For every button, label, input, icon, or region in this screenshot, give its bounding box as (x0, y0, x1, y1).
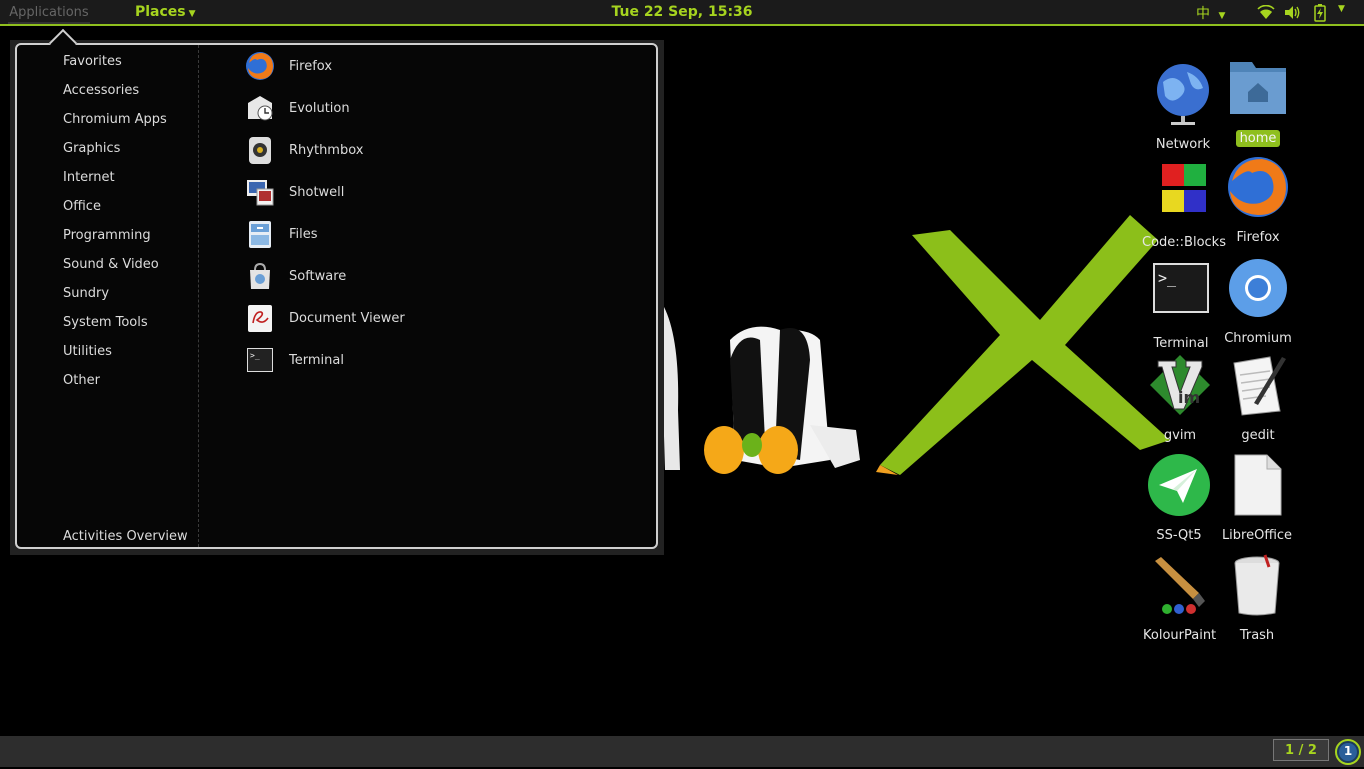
bottom-panel: 1 / 2 1 (0, 736, 1364, 767)
category-office[interactable]: Office (63, 199, 101, 214)
desktop-icon-label: gvim (1163, 428, 1197, 443)
desktop-icon-label: gedit (1241, 428, 1275, 443)
desktop-icon-label: Chromium (1224, 331, 1292, 346)
desktop-icon-label: Code::Blocks (1142, 235, 1226, 250)
app-label: Files (289, 227, 318, 242)
codeblocks-icon (1162, 164, 1206, 212)
applications-menu-button[interactable]: Applications (8, 4, 90, 24)
files-icon (249, 221, 271, 248)
category-list: Favorites Accessories Chromium Apps Grap… (17, 45, 199, 547)
desktop-icon-gvim[interactable]: im gvim (1140, 353, 1220, 444)
app-label: Document Viewer (289, 311, 405, 326)
places-menu-button[interactable]: Places ▼ (135, 4, 196, 20)
gvim-icon: im (1150, 355, 1210, 415)
gedit-icon (1233, 356, 1286, 416)
desktop-icon-firefox[interactable]: Firefox (1218, 155, 1298, 246)
shotwell-icon (247, 180, 274, 206)
category-programming[interactable]: Programming (63, 228, 151, 243)
chromium-icon (1229, 259, 1287, 317)
category-system-tools[interactable]: System Tools (63, 315, 148, 330)
document-viewer-icon (248, 305, 272, 332)
menu-app-document-viewer[interactable]: Document Viewer (245, 303, 445, 339)
menu-app-software[interactable]: Software (245, 261, 445, 297)
evolution-icon (248, 96, 273, 121)
desktop-icon-label: Firefox (1236, 230, 1280, 245)
svg-text:im: im (1178, 388, 1200, 407)
rhythmbox-icon (249, 137, 271, 164)
ss-qt5-icon (1148, 454, 1210, 516)
desktop-icon-chromium[interactable]: Chromium (1218, 256, 1298, 347)
desktop-icon-label: KolourPaint (1143, 628, 1217, 643)
category-graphics[interactable]: Graphics (63, 141, 120, 156)
chevron-down-icon: ▼ (1218, 11, 1226, 21)
desktop-icon-label: SS-Qt5 (1156, 528, 1202, 543)
category-other[interactable]: Other (63, 373, 100, 388)
input-method-button[interactable]: 中 ▼ (1196, 3, 1225, 23)
terminal-icon: >_ (1153, 263, 1209, 313)
category-favorites[interactable]: Favorites (63, 54, 122, 69)
app-label: Software (289, 269, 347, 284)
kolourpaint-icon (1155, 557, 1205, 614)
menu-app-evolution[interactable]: Evolution (245, 93, 445, 129)
input-method-label: 中 (1196, 6, 1210, 22)
app-label: Evolution (289, 101, 350, 116)
desktop-icon-ss-qt5[interactable]: SS-Qt5 (1139, 453, 1219, 544)
svg-text:>_: >_ (1158, 269, 1177, 287)
network-icon (1157, 64, 1209, 125)
volume-icon[interactable] (1284, 5, 1302, 20)
desktop-icon-trash[interactable]: Trash (1217, 553, 1297, 644)
app-label: Terminal (289, 353, 344, 368)
app-label: Rhythmbox (289, 143, 364, 158)
workspace-indicator[interactable]: 1 / 2 (1273, 739, 1329, 761)
top-panel: Applications Places ▼ Tue 22 Sep, 15:36 中… (0, 0, 1364, 26)
firefox-icon (1228, 157, 1288, 217)
category-internet[interactable]: Internet (63, 170, 115, 185)
menu-app-firefox[interactable]: Firefox (245, 51, 445, 87)
desktop-icon-terminal[interactable]: >_ Terminal (1141, 261, 1221, 352)
desktop-icon-label: LibreOffice (1221, 528, 1293, 543)
terminal-icon: >_ (247, 348, 273, 372)
desktop-icon-codeblocks[interactable]: Code::Blocks (1138, 160, 1226, 251)
category-sound-video[interactable]: Sound & Video (63, 257, 159, 272)
wifi-icon[interactable] (1257, 5, 1275, 20)
menu-app-rhythmbox[interactable]: Rhythmbox (245, 135, 445, 171)
system-menu-chevron-icon[interactable]: ▼ (1338, 4, 1345, 14)
desktop-icon-libreoffice[interactable]: LibreOffice (1217, 453, 1297, 544)
menu-app-shotwell[interactable]: Shotwell (245, 177, 445, 213)
clock-container: Tue 22 Sep, 15:36 (0, 4, 1364, 20)
desktop-icon-network[interactable]: Network (1143, 62, 1223, 153)
desktop-icon-label: home (1235, 130, 1281, 147)
desktop-icon-label: Network (1155, 137, 1211, 152)
firefox-icon (246, 52, 274, 80)
home-folder-icon (1230, 62, 1286, 114)
activities-overview-button[interactable]: Activities Overview (63, 529, 188, 544)
category-chromium-apps[interactable]: Chromium Apps (63, 112, 167, 127)
trash-icon (1234, 554, 1280, 616)
menu-app-files[interactable]: Files (245, 219, 445, 255)
category-accessories[interactable]: Accessories (63, 83, 139, 98)
desktop-icon-gedit[interactable]: gedit (1218, 353, 1298, 444)
svg-text:>_: >_ (250, 351, 260, 360)
applications-menu: Favorites Accessories Chromium Apps Grap… (15, 43, 658, 549)
app-label: Shotwell (289, 185, 345, 200)
desktop-icon-home[interactable]: home (1218, 56, 1298, 147)
software-icon (250, 262, 270, 289)
wallpaper-art (660, 215, 1170, 475)
app-label: Firefox (289, 59, 333, 74)
battery-icon[interactable] (1314, 4, 1326, 22)
clock[interactable]: Tue 22 Sep, 15:36 (611, 4, 752, 20)
places-label: Places (135, 4, 186, 20)
menu-app-terminal[interactable]: >_ Terminal (245, 345, 445, 381)
libreoffice-icon (1234, 454, 1282, 516)
category-utilities[interactable]: Utilities (63, 344, 112, 359)
desktop-icon-label: Terminal (1153, 336, 1209, 351)
desktop-icon-label: Trash (1239, 628, 1275, 643)
workspace-switcher-button[interactable]: 1 (1334, 738, 1362, 765)
workspace-number: 1 (1343, 744, 1353, 758)
desktop-icon-kolourpaint[interactable]: KolourPaint (1139, 553, 1219, 644)
chevron-down-icon: ▼ (188, 9, 196, 19)
category-sundry[interactable]: Sundry (63, 286, 109, 301)
